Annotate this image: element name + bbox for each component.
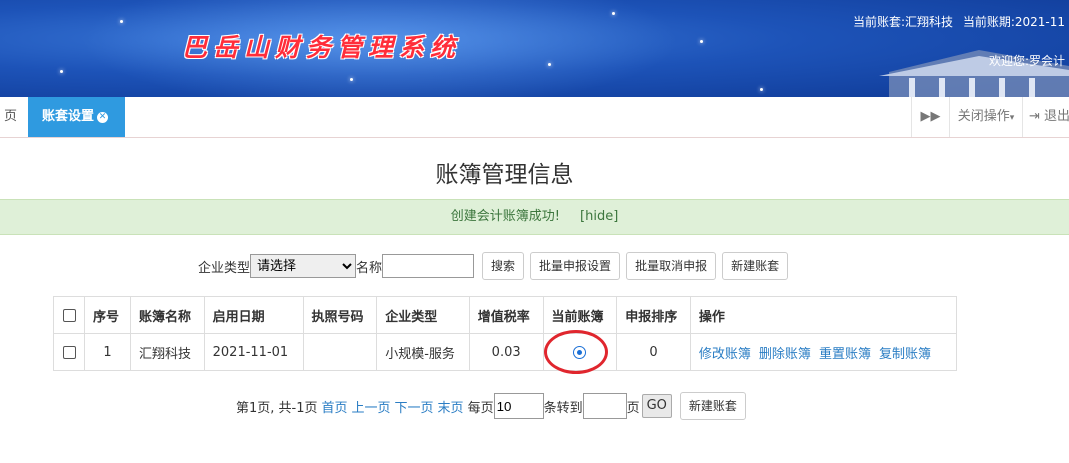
row-checkbox[interactable]: [62, 345, 76, 359]
reset-book-link[interactable]: 重置账簿: [819, 347, 871, 362]
tab-actions: ▶▶ 关闭操作▾ ⇥ 退出: [911, 97, 1069, 137]
cell-company-type: 小规模-服务: [376, 333, 470, 371]
logout-icon: ⇥: [1029, 109, 1040, 124]
banner-star: [120, 20, 123, 23]
pager-summary: 第1页, 共-1页: [236, 400, 318, 416]
close-tab-icon[interactable]: ✕: [97, 112, 109, 123]
page-title: 账簿管理信息: [435, 162, 574, 188]
company-type-label: 企业类型: [198, 260, 251, 276]
col-header: 启用日期: [203, 296, 304, 334]
col-header: 申报排序: [616, 296, 691, 334]
name-label: 名称: [356, 260, 383, 276]
pager: 第1页, 共-1页 首页 上一页 下一页 末页 每页 条转到 页 GO 新建账套: [236, 392, 746, 420]
cell-start-date: 2021-11-01: [203, 333, 304, 371]
alert-hide-link[interactable]: [hide]: [580, 209, 618, 224]
edit-book-link[interactable]: 修改账簿: [699, 347, 751, 362]
pager-last[interactable]: 末页: [438, 397, 464, 416]
page-suffix: 页: [626, 400, 640, 416]
search-button[interactable]: 搜索: [482, 252, 525, 280]
banner-star: [548, 63, 551, 66]
col-header: 增值税率: [468, 296, 544, 334]
logout-label: 退出: [1044, 109, 1069, 124]
col-header: 账簿名称: [129, 296, 205, 334]
logout-button[interactable]: ⇥ 退出: [1022, 97, 1069, 137]
caret-down-icon: ▾: [1009, 113, 1015, 123]
banner-star: [350, 78, 353, 81]
tab-home[interactable]: 页: [0, 97, 21, 137]
filter-bar: 企业类型 请选择 名称 搜索 批量申报设置 批量取消申报 新建账套: [198, 252, 789, 280]
batch-declare-button[interactable]: 批量申报设置: [530, 252, 621, 280]
tab-bar: 页 账套设置 ✕ ▶▶ 关闭操作▾ ⇥ 退出: [0, 97, 1069, 138]
cell-ops: 修改账簿 删除账簿 重置账簿 复制账簿: [689, 333, 958, 371]
banner-star: [700, 40, 703, 43]
cell-declare-order: 0: [616, 333, 691, 371]
banner-star: [60, 70, 63, 73]
goto-label: 条转到: [543, 400, 583, 416]
cell-index: 1: [84, 333, 131, 371]
welcome-text: 欢迎您:罗会计: [988, 54, 1065, 68]
tab-account-settings[interactable]: 账套设置 ✕: [28, 97, 125, 137]
col-header: 执照号码: [302, 296, 378, 334]
cell-name: 汇翔科技: [129, 333, 205, 371]
pager-prev[interactable]: 上一页: [352, 397, 391, 416]
alert-message: 创建会计账簿成功!: [450, 209, 560, 224]
copy-book-link[interactable]: 复制账簿: [879, 347, 931, 362]
close-operations-label: 关闭操作: [957, 109, 1010, 124]
col-header: 序号: [84, 296, 131, 334]
building-graphic: [879, 50, 1069, 97]
books-table: 序号 账簿名称 启用日期 执照号码 企业类型 增值税率 当前账簿 申报排序 操作…: [53, 296, 958, 371]
pager-next[interactable]: 下一页: [395, 397, 434, 416]
col-header: 操作: [689, 296, 958, 334]
delete-book-link[interactable]: 删除账簿: [759, 347, 811, 362]
new-book-button[interactable]: 新建账套: [722, 252, 789, 280]
cell-license: [302, 333, 378, 371]
company-type-select[interactable]: 请选择: [250, 254, 357, 278]
highlight-circle-annotation: [544, 330, 608, 374]
per-page-label: 每页: [467, 400, 494, 416]
close-operations-dropdown[interactable]: 关闭操作▾: [949, 97, 1022, 137]
app-title: 巴岳山财务管理系统: [182, 33, 462, 62]
pager-new-book-button[interactable]: 新建账套: [679, 392, 746, 420]
goto-page-input[interactable]: [582, 393, 627, 419]
select-all-checkbox[interactable]: [62, 308, 76, 322]
pager-first[interactable]: 首页: [322, 397, 348, 416]
current-account: 当前账套:汇翔科技: [852, 15, 953, 29]
banner-star: [760, 88, 763, 91]
batch-cancel-button[interactable]: 批量取消申报: [626, 252, 717, 280]
name-input[interactable]: [382, 254, 475, 278]
banner-star: [612, 12, 615, 15]
success-alert: 创建会计账簿成功! [hide]: [0, 199, 1069, 235]
tab-account-settings-label: 账套设置: [42, 109, 95, 124]
table-header-row: 序号 账簿名称 启用日期 执照号码 企业类型 增值税率 当前账簿 申报排序 操作: [53, 296, 958, 334]
col-header: 企业类型: [376, 296, 470, 334]
go-button[interactable]: GO: [641, 394, 672, 418]
table-row: 1 汇翔科技 2021-11-01 小规模-服务 0.03 0 修改账簿 删除账簿…: [53, 333, 958, 371]
row-select-cell: [53, 333, 85, 371]
account-info: 当前账套:汇翔科技 当前账期:2021-11: [853, 13, 1065, 30]
select-all-cell: [53, 296, 85, 334]
current-period: 当前账期:2021-11: [962, 15, 1065, 29]
header-banner: 巴岳山财务管理系统 当前账套:汇翔科技 当前账期:2021-11 欢迎您:罗会计: [0, 0, 1069, 97]
per-page-input[interactable]: [493, 393, 544, 419]
col-header: 当前账簿: [542, 296, 618, 334]
cell-vat-rate: 0.03: [468, 333, 544, 371]
scroll-forward-icon[interactable]: ▶▶: [911, 97, 949, 137]
